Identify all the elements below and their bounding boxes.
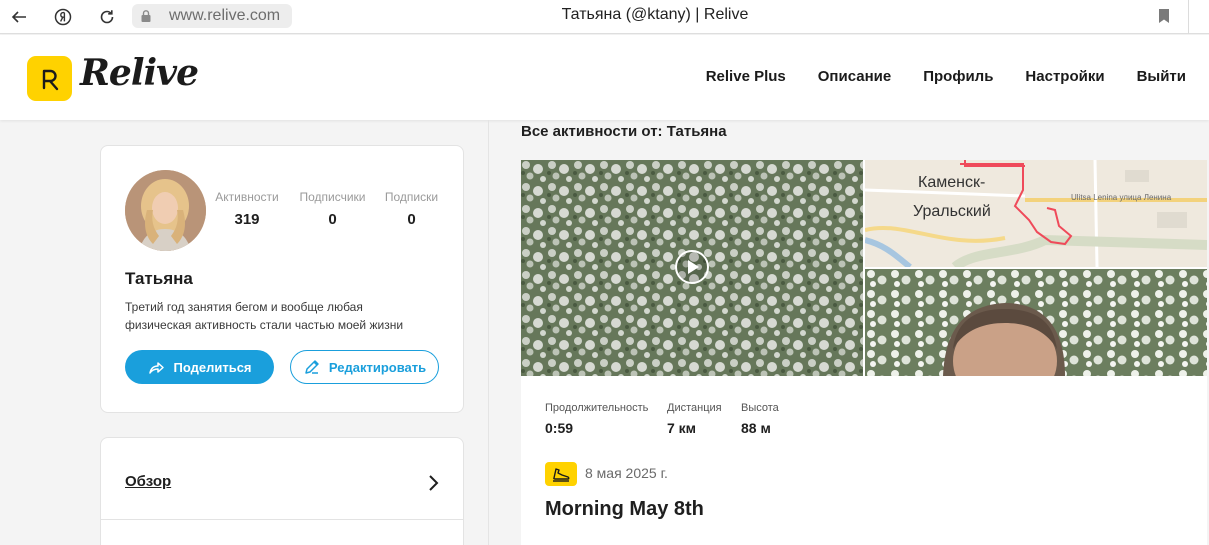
play-icon[interactable] <box>674 249 710 285</box>
page-title: Татьяна (@ktany) | Relive <box>561 6 749 23</box>
activity-card[interactable]: Каменск- Уральский Ulitsa Lenina улица Л… <box>521 160 1207 545</box>
metric-label: Продолжительность <box>545 402 649 414</box>
stat-value: 0 <box>407 211 416 228</box>
profile-bio: Третий год занятия бегом и вообще любая … <box>125 300 404 332</box>
address-bar[interactable]: www.relive.com <box>132 4 292 28</box>
relive-r-icon <box>42 69 58 90</box>
share-icon <box>149 362 165 374</box>
yandex-logo-icon[interactable] <box>51 5 75 29</box>
nav-profile[interactable]: Профиль <box>923 68 993 85</box>
activity-video-thumbnail[interactable] <box>521 160 863 376</box>
stat-value: 0 <box>328 211 337 228</box>
metric-value: 88 м <box>741 420 771 436</box>
activity-selfie-photo[interactable] <box>865 269 1207 376</box>
map-city-label-1: Каменск- <box>918 174 985 191</box>
stat-label: Активности <box>215 190 279 204</box>
activity-route-map[interactable]: Каменск- Уральский Ulitsa Lenina улица Л… <box>865 160 1207 267</box>
address-text: www.relive.com <box>169 7 281 24</box>
chevron-right-icon[interactable] <box>427 474 439 492</box>
nav-settings[interactable]: Настройки <box>1025 68 1104 85</box>
selfie-photo <box>865 269 1207 376</box>
divider <box>101 519 463 520</box>
relive-logo-text[interactable]: Relive <box>80 52 199 94</box>
site-header: Relive Relive Plus Описание Профиль Наст… <box>0 35 1209 120</box>
refresh-icon[interactable] <box>95 5 119 29</box>
main-nav: Relive Plus Описание Профиль Настройки В… <box>706 68 1186 85</box>
lock-icon <box>141 10 151 22</box>
route-map: Каменск- Уральский Ulitsa Lenina улица Л… <box>865 160 1207 267</box>
metric-duration: Продолжительность 0:59 <box>545 402 648 436</box>
stat-label: Подписчики <box>299 190 366 204</box>
stat-activities[interactable]: Активности 319 <box>213 190 281 228</box>
nav-description[interactable]: Описание <box>818 68 891 85</box>
activity-date: 8 мая 2025 г. <box>585 465 668 481</box>
nav-relive-plus[interactable]: Relive Plus <box>706 68 786 85</box>
activity-name[interactable]: Morning May 8th <box>545 498 704 521</box>
share-button[interactable]: Поделиться <box>125 350 274 384</box>
window-edge <box>1188 0 1189 34</box>
overview-card: Обзор <box>100 437 464 545</box>
avatar[interactable] <box>125 170 206 251</box>
share-label: Поделиться <box>173 359 252 375</box>
stat-followers[interactable]: Подписчики 0 <box>281 190 384 228</box>
profile-card: Активности 319 Подписчики 0 Подписки 0 Т… <box>100 145 464 413</box>
running-shoe-icon <box>545 462 577 486</box>
stat-following[interactable]: Подписки 0 <box>384 190 439 228</box>
back-arrow-icon[interactable] <box>7 5 31 29</box>
bookmark-icon[interactable] <box>1157 8 1171 24</box>
stat-value: 319 <box>234 211 260 228</box>
metric-value: 0:59 <box>545 420 574 436</box>
metric-label: Дистанция <box>667 402 722 414</box>
metric-elevation: Высота 88 м <box>741 402 779 436</box>
profile-stats: Активности 319 Подписчики 0 Подписки 0 <box>213 190 439 228</box>
profile-name: Татьяна <box>125 269 193 288</box>
overview-link[interactable]: Обзор <box>125 473 171 490</box>
metric-distance: Дистанция 7 км <box>667 402 722 436</box>
edit-button[interactable]: Редактировать <box>290 350 439 384</box>
metric-label: Высота <box>741 402 779 414</box>
pencil-icon <box>305 360 319 374</box>
map-street-label: Ulitsa Lenina улица Ленина <box>1071 193 1172 202</box>
nav-logout[interactable]: Выйти <box>1137 68 1186 85</box>
stat-label: Подписки <box>384 190 439 204</box>
map-city-label-2: Уральский <box>913 203 991 220</box>
edit-label: Редактировать <box>328 359 427 375</box>
relive-logo-badge[interactable] <box>27 56 72 101</box>
browser-toolbar: www.relive.com Татьяна (@ktany) | Relive <box>0 0 1209 34</box>
metric-value: 7 км <box>667 420 697 436</box>
column-divider <box>488 120 489 545</box>
feed-title: Все активности от: Татьяна <box>521 123 727 140</box>
